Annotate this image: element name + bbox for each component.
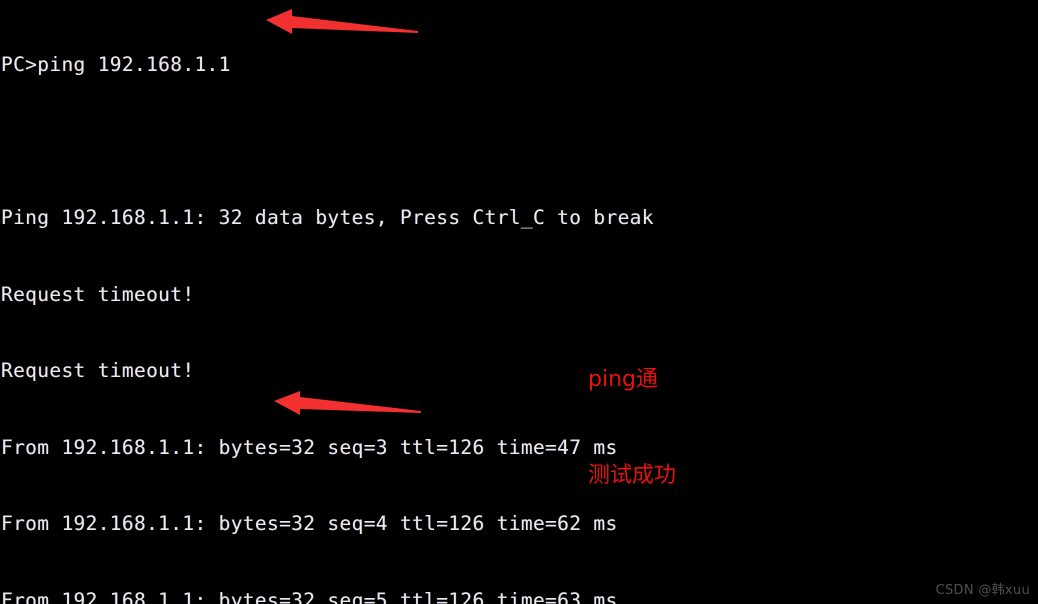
- annotation-line-ping-success: ping通: [588, 367, 658, 392]
- annotation-note: ping通 测试成功: [588, 300, 676, 556]
- terminal-line: From 192.168.1.1: bytes=32 seq=5 ttl=126…: [1, 588, 618, 604]
- terminal-window[interactable]: PC>ping 192.168.1.1 Ping 192.168.1.1: 32…: [0, 0, 1038, 604]
- terminal-output[interactable]: PC>ping 192.168.1.1 Ping 192.168.1.1: 32…: [1, 1, 1037, 604]
- watermark: CSDN @韩xuu: [935, 583, 1030, 598]
- terminal-line: Request timeout!: [1, 282, 195, 306]
- terminal-line: From 192.168.1.1: bytes=32 seq=4 ttl=126…: [1, 512, 618, 535]
- terminal-line: PC>ping 192.168.1.1: [1, 53, 231, 76]
- terminal-line: From 192.168.1.1: bytes=32 seq=3 ttl=126…: [1, 435, 618, 459]
- arrow-to-second-ping-command: [274, 391, 421, 415]
- annotation-line-test-success: 测试成功: [588, 463, 677, 488]
- terminal-line: Request timeout!: [1, 359, 195, 382]
- arrow-to-first-ping-command: [266, 9, 418, 34]
- terminal-line: Ping 192.168.1.1: 32 data bytes, Press C…: [1, 206, 654, 229]
